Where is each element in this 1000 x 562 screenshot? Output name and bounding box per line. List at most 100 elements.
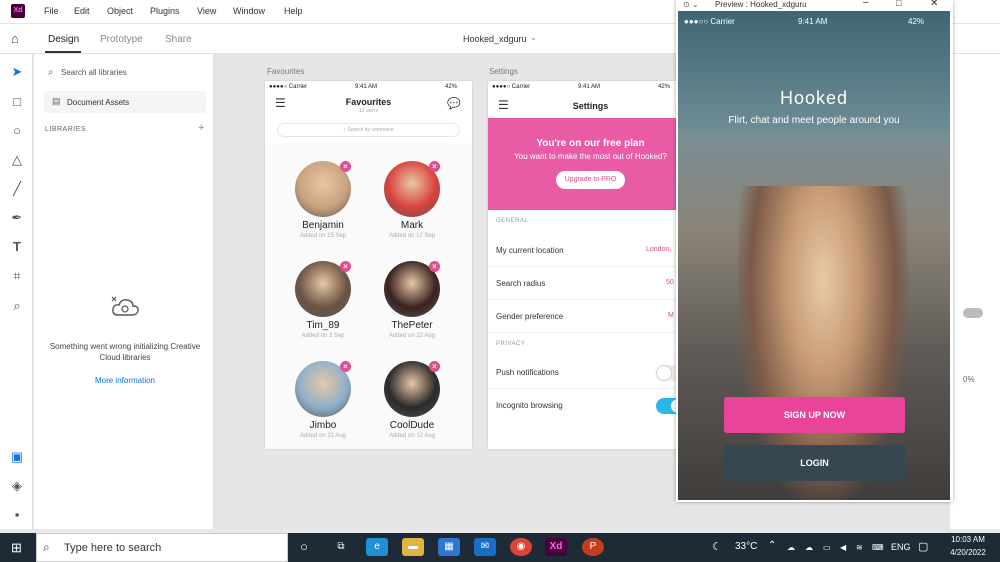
close-icon[interactable]: ✕	[930, 0, 938, 9]
more-information-link[interactable]: More information	[39, 376, 211, 385]
opacity-value[interactable]: 0%	[963, 375, 975, 384]
text-tool-icon[interactable]: T	[9, 239, 25, 255]
favourite-user-card[interactable]: × Tim_89 Added on 3 Sep	[280, 261, 366, 339]
status-time: 9:41 AM	[578, 84, 601, 90]
document-icon: ▤	[52, 96, 61, 106]
remove-favourite-icon[interactable]: ×	[340, 261, 351, 272]
mail-icon[interactable]: ✉	[474, 538, 496, 556]
libraries-panel-icon[interactable]: ▣	[9, 449, 25, 465]
temperature-readout[interactable]: 33°C	[735, 541, 757, 552]
property-toggle[interactable]	[963, 308, 983, 318]
setting-row-push[interactable]: Push notifications	[488, 356, 678, 389]
user-name: CoolDude	[389, 420, 435, 431]
onedrive-icon[interactable]: ☁	[805, 543, 813, 552]
background-sky	[678, 11, 950, 131]
favourite-user-card[interactable]: × Benjamin Added on 15 Sep	[280, 161, 366, 239]
zoom-tool-icon[interactable]: ⌕	[9, 298, 25, 314]
language-indicator[interactable]: ENG	[891, 542, 911, 552]
select-tool-icon[interactable]: ➤	[9, 64, 25, 80]
login-button[interactable]: LOGIN	[724, 445, 905, 481]
setting-row-radius[interactable]: Search radius 50	[488, 267, 678, 300]
edge-browser-icon[interactable]: e	[366, 538, 388, 556]
menu-view[interactable]: View	[197, 6, 216, 16]
menu-help[interactable]: Help	[284, 6, 303, 16]
document-assets-item[interactable]: ▤ Document Assets	[44, 91, 206, 113]
upgrade-pro-button[interactable]: Upgrade to PRO	[556, 171, 625, 189]
menu-window[interactable]: Window	[233, 6, 265, 16]
tab-design[interactable]: Design	[48, 34, 79, 45]
taskbar-search-box[interactable]: ⌕ Type here to search	[36, 533, 288, 562]
settings-artboard-label[interactable]: Settings	[489, 67, 518, 76]
menu-file[interactable]: File	[44, 6, 59, 16]
sign-up-button[interactable]: SIGN UP NOW	[724, 397, 905, 433]
app-name: Hooked	[779, 88, 849, 108]
remove-favourite-icon[interactable]: ×	[340, 361, 351, 372]
favourite-user-card[interactable]: × Mark Added on 12 Sep	[369, 161, 455, 239]
task-view-icon[interactable]: ⧉	[330, 538, 352, 556]
adobe-xd-icon[interactable]: Xd	[545, 538, 567, 556]
setting-row-location[interactable]: My current location London,	[488, 234, 678, 267]
store-icon[interactable]: ▦	[438, 538, 460, 556]
plugins-panel-icon[interactable]: ▪	[9, 507, 25, 523]
menu-edit[interactable]: Edit	[74, 6, 90, 16]
chevron-up-icon[interactable]: ⌃	[768, 540, 776, 551]
wifi-icon[interactable]: ≋	[856, 543, 863, 552]
clock-date[interactable]: 4/20/2022	[944, 548, 992, 557]
powerpoint-icon[interactable]: P	[582, 538, 604, 556]
rectangle-tool-icon[interactable]: □	[9, 94, 25, 110]
avatar: ×	[295, 361, 351, 417]
library-search-input[interactable]: Search all libraries	[61, 68, 127, 77]
remove-favourite-icon[interactable]: ×	[340, 161, 351, 172]
windows-start-icon[interactable]: ⊞	[11, 540, 22, 556]
line-tool-icon[interactable]: ╱	[9, 181, 25, 197]
favourite-user-card[interactable]: × CoolDude Added on 12 Aug	[369, 361, 455, 439]
battery-icon[interactable]: ▭	[823, 543, 831, 552]
document-assets-label: Document Assets	[67, 98, 130, 107]
incognito-toggle[interactable]	[656, 398, 678, 414]
minimize-icon[interactable]: –	[863, 0, 869, 8]
chevron-down-icon[interactable]: ⌄	[530, 33, 537, 42]
favourites-search-input[interactable]: ⌕ Search by username	[277, 123, 460, 137]
tab-share[interactable]: Share	[165, 34, 192, 45]
volume-icon[interactable]: ◀	[840, 543, 846, 552]
search-icon: ⌕	[48, 67, 54, 78]
document-title[interactable]: Hooked_xdguru	[463, 34, 527, 44]
added-date: Added on 12 Aug	[388, 433, 436, 439]
weather-icon[interactable]: ☾	[712, 540, 722, 553]
push-notifications-toggle[interactable]	[656, 365, 678, 381]
menu-plugins[interactable]: Plugins	[150, 6, 180, 16]
preview-screen[interactable]: ●●●○○ Carrier 9:41 AM 42% Hooked Flirt, …	[678, 11, 950, 500]
keyboard-icon[interactable]: ⌨	[872, 543, 884, 552]
file-explorer-icon[interactable]: ▬	[402, 538, 424, 556]
settings-artboard[interactable]: ●●●●○ Carrier 9:41 AM 42% ☰ Settings You…	[488, 81, 678, 449]
window-menu-icon[interactable]: ⊙ ⌄	[683, 0, 699, 9]
cortana-icon[interactable]: ○	[293, 538, 315, 556]
user-name: ThePeter	[391, 320, 433, 331]
setting-row-incognito[interactable]: Incognito browsing	[488, 389, 678, 422]
polygon-tool-icon[interactable]: △	[9, 152, 25, 168]
maximize-icon[interactable]: □	[896, 0, 901, 8]
favourites-artboard-label[interactable]: Favourites	[267, 67, 304, 76]
notification-icon[interactable]: ▢	[918, 540, 928, 553]
favourite-user-card[interactable]: × Jimbo Added on 21 Aug	[280, 361, 366, 439]
status-time: 9:41 AM	[355, 84, 378, 90]
pen-tool-icon[interactable]: ✒	[9, 210, 25, 226]
clock-time[interactable]: 10:03 AM	[944, 535, 992, 544]
setting-value: M	[668, 312, 674, 319]
tab-prototype[interactable]: Prototype	[100, 34, 143, 45]
remove-favourite-icon[interactable]: ×	[429, 161, 440, 172]
menu-object[interactable]: Object	[107, 6, 133, 16]
remove-favourite-icon[interactable]: ×	[429, 261, 440, 272]
network-icon[interactable]: ☁	[787, 543, 795, 552]
remove-favourite-icon[interactable]: ×	[429, 361, 440, 372]
chat-icon[interactable]: 💬	[447, 97, 461, 110]
artboard-tool-icon[interactable]: ⌗	[9, 268, 25, 284]
layers-panel-icon[interactable]: ◈	[9, 478, 25, 494]
favourites-artboard[interactable]: ●●●●○ Carrier 9:41 AM 42% ☰ Favourites 1…	[265, 81, 472, 449]
home-icon[interactable]: ⌂	[11, 31, 19, 46]
add-library-icon[interactable]: +	[198, 122, 204, 134]
ellipse-tool-icon[interactable]: ○	[9, 123, 25, 139]
favourite-user-card[interactable]: × ThePeter Added on 22 Aug	[369, 261, 455, 339]
chrome-icon[interactable]: ◉	[510, 538, 532, 556]
setting-row-gender[interactable]: Gender preference M	[488, 300, 678, 333]
